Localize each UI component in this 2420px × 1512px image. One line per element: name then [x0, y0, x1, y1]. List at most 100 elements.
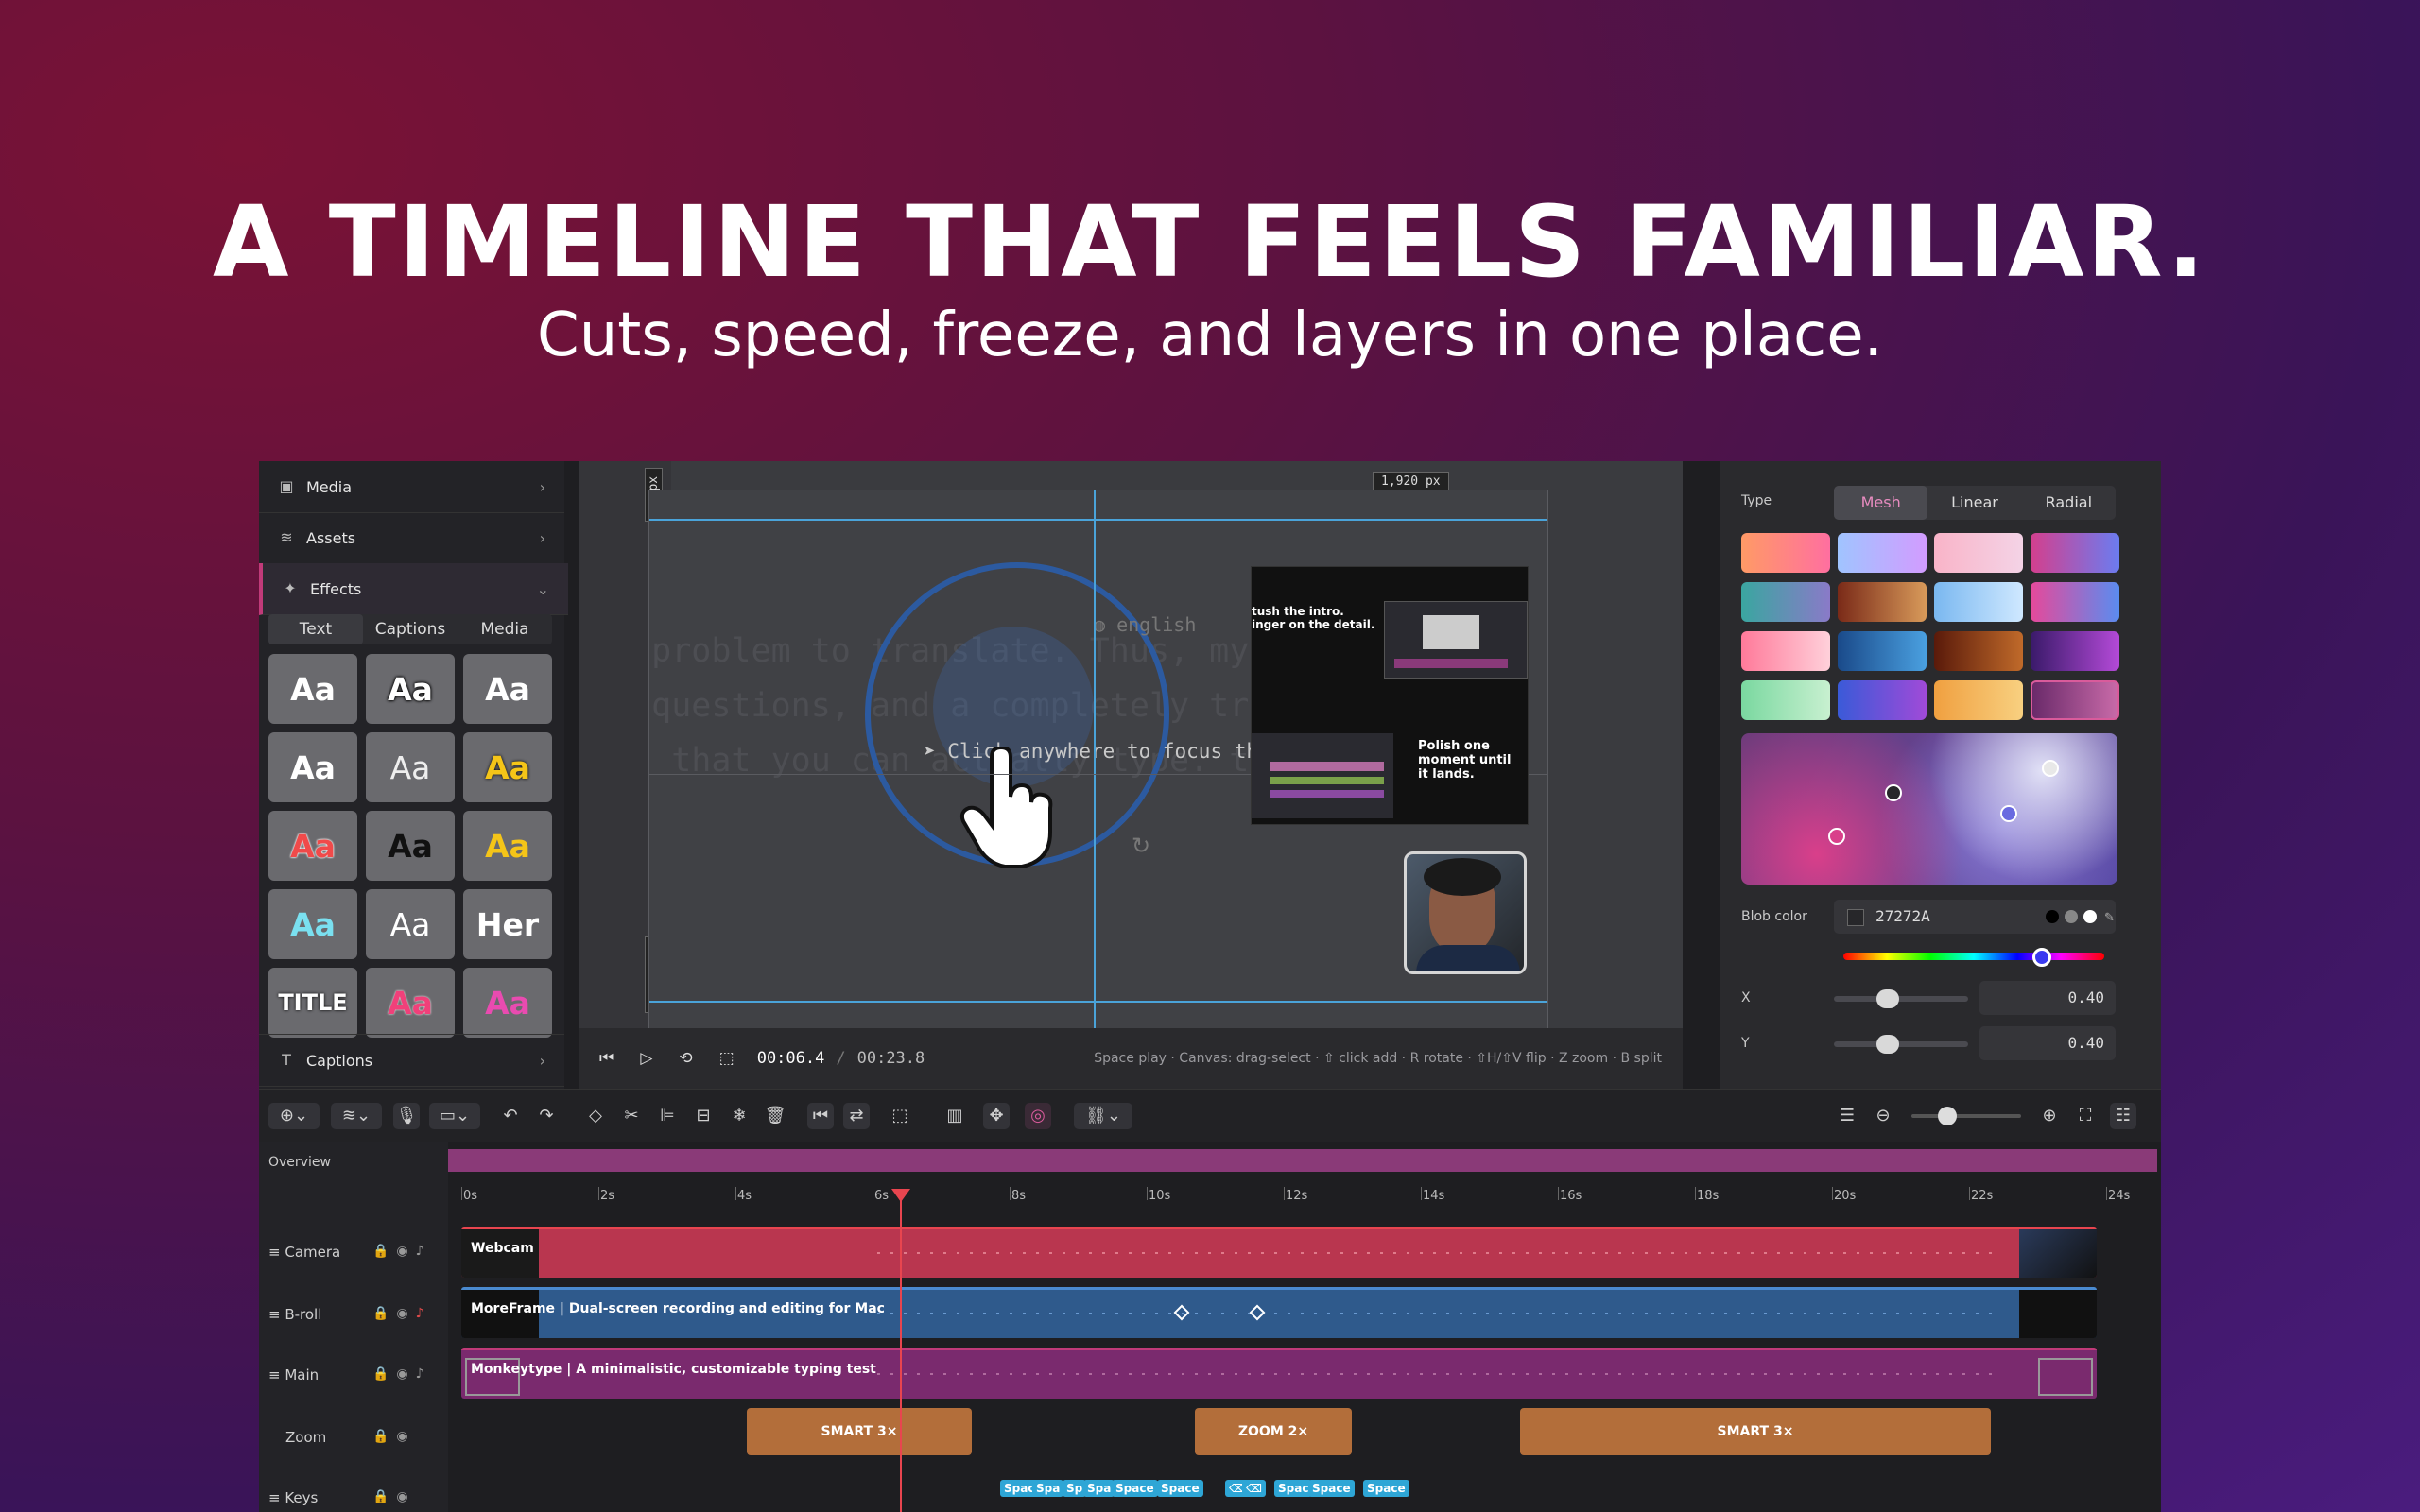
gradient-swatch[interactable]: [1838, 631, 1927, 671]
timeline-zoom-knob[interactable]: [1938, 1107, 1957, 1125]
link-menu-icon[interactable]: ⛓⌄: [1074, 1103, 1132, 1129]
key-chip[interactable]: Space: [1363, 1480, 1409, 1497]
y-slider[interactable]: [1834, 1035, 1968, 1054]
replace-icon[interactable]: ⇄: [843, 1103, 870, 1129]
align-icon[interactable]: ⊟: [690, 1103, 717, 1129]
zoom-clip[interactable]: ZOOM 2×: [1195, 1408, 1352, 1455]
mesh-point[interactable]: [2000, 805, 2017, 822]
mesh-point[interactable]: [1885, 784, 1902, 801]
preset-color-dot[interactable]: [2083, 910, 2097, 923]
fullscreen-icon[interactable]: ⛶: [2072, 1103, 2099, 1129]
camera-clip[interactable]: Webcam: [461, 1227, 2097, 1278]
mesh-point[interactable]: [1828, 828, 1845, 845]
text-preset[interactable]: TITLE: [268, 968, 357, 1038]
sidebar-item-media[interactable]: ▣ Media ›: [259, 461, 564, 513]
zoom-in-icon[interactable]: ⊕: [2036, 1103, 2063, 1129]
keyframe-marker[interactable]: [1173, 1304, 1190, 1321]
key-chip[interactable]: Space: [1112, 1480, 1158, 1497]
snap-icon[interactable]: ✥: [983, 1103, 1010, 1129]
broll-clip[interactable]: MoreFrame | Dual-screen recording and ed…: [461, 1287, 2097, 1338]
x-slider-knob[interactable]: [1876, 989, 1899, 1008]
gradient-swatch[interactable]: [1838, 680, 1927, 720]
key-chip[interactable]: Space: [1157, 1480, 1203, 1497]
text-preset[interactable]: Aa: [366, 811, 455, 881]
mesh-point[interactable]: [2042, 760, 2059, 777]
select-region-icon[interactable]: ⬚: [887, 1103, 913, 1129]
playhead-handle[interactable]: [891, 1189, 910, 1202]
text-preset[interactable]: Aa: [268, 811, 357, 881]
key-chip[interactable]: Spa: [1083, 1480, 1115, 1497]
text-preset[interactable]: Aa: [463, 811, 552, 881]
blob-color-field[interactable]: 27272A ✎: [1834, 900, 2116, 934]
gradient-swatch-selected[interactable]: [2031, 680, 2119, 720]
type-option-mesh[interactable]: Mesh: [1834, 486, 1928, 520]
gradient-swatch[interactable]: [1934, 533, 2023, 573]
track-controls[interactable]: 🔒◉: [372, 1489, 416, 1504]
gradient-swatch[interactable]: [1741, 680, 1830, 720]
type-option-linear[interactable]: Linear: [1927, 486, 2021, 520]
mesh-editor[interactable]: [1741, 733, 2118, 885]
zoom-clip[interactable]: SMART 3×: [747, 1408, 972, 1455]
marker-menu-icon[interactable]: ▭⌄: [429, 1103, 480, 1129]
sidebar-item-effects[interactable]: ✦ Effects ⌄: [259, 563, 568, 615]
settings-sliders-icon[interactable]: ☰: [1834, 1103, 1860, 1129]
microphone-icon[interactable]: 🎙: [393, 1103, 420, 1129]
preset-color-dot[interactable]: [2046, 910, 2059, 923]
rotate-icon[interactable]: ↻: [1132, 833, 1150, 859]
gradient-swatch[interactable]: [2031, 582, 2119, 622]
key-chip[interactable]: Space: [1308, 1480, 1355, 1497]
screen-recording-layer[interactable]: tush the intro. inger on the detail. Poli…: [1251, 566, 1529, 825]
text-preset[interactable]: Her: [463, 889, 552, 959]
track-controls[interactable]: 🔒◉: [372, 1429, 416, 1444]
tab-text[interactable]: Text: [268, 614, 363, 644]
sidebar-item-captions[interactable]: T Captions ›: [259, 1034, 564, 1087]
gradient-swatch[interactable]: [1934, 680, 2023, 720]
split-view-icon[interactable]: ▥: [942, 1103, 968, 1129]
align-left-icon[interactable]: ⊫: [654, 1103, 681, 1129]
gradient-swatch[interactable]: [1741, 582, 1830, 622]
gradient-swatch[interactable]: [1838, 582, 1927, 622]
fit-icon[interactable]: ⬚: [719, 1049, 735, 1068]
eyedropper-icon[interactable]: ✎: [2104, 900, 2114, 934]
key-chip[interactable]: Spa: [1032, 1480, 1064, 1497]
video-canvas[interactable]: a problem to translate. Thus, my ver y q…: [648, 490, 1548, 1032]
loop-icon[interactable]: ⟲: [679, 1049, 692, 1068]
gradient-swatch[interactable]: [1934, 631, 2023, 671]
sidebar-item-assets[interactable]: ≋ Assets ›: [259, 512, 564, 564]
text-preset[interactable]: Aa: [268, 654, 357, 724]
gradient-swatch[interactable]: [2031, 533, 2119, 573]
tab-media[interactable]: Media: [458, 614, 552, 644]
key-chip[interactable]: Spac: [1274, 1480, 1313, 1497]
text-preset[interactable]: Aa: [463, 968, 552, 1038]
text-preset[interactable]: Aa: [463, 732, 552, 802]
preview-area[interactable]: 45 px 2,063 px 1,920 px a problem to tra…: [579, 461, 1683, 1032]
redo-icon[interactable]: ↷: [533, 1103, 560, 1129]
trash-icon[interactable]: 🗑: [762, 1103, 788, 1129]
hue-knob[interactable]: [2031, 948, 2051, 967]
gradient-swatch[interactable]: [1741, 631, 1830, 671]
zoom-menu-icon[interactable]: ⊕⌄: [268, 1103, 320, 1129]
key-chip[interactable]: ⌫: [1242, 1480, 1266, 1497]
playhead[interactable]: [891, 1189, 910, 1512]
timeline-zoom-slider[interactable]: [1911, 1107, 2021, 1125]
freeze-icon[interactable]: ❄: [726, 1103, 752, 1129]
webcam-bubble[interactable]: [1404, 851, 1527, 974]
text-preset[interactable]: Aa: [366, 889, 455, 959]
overview-bar[interactable]: [448, 1149, 2157, 1172]
jump-start-icon[interactable]: ⏮: [807, 1103, 834, 1129]
play-icon[interactable]: ▷: [640, 1049, 652, 1068]
y-value-field[interactable]: 0.40: [1979, 1026, 2116, 1060]
skip-back-icon[interactable]: ⏮: [599, 1049, 614, 1068]
list-icon[interactable]: ☷: [2110, 1103, 2136, 1129]
text-preset[interactable]: Aa: [366, 968, 455, 1038]
magnet-icon[interactable]: ◎: [1025, 1103, 1051, 1129]
y-slider-knob[interactable]: [1876, 1035, 1899, 1054]
zoom-out-icon[interactable]: ⊖: [1870, 1103, 1896, 1129]
tab-captions[interactable]: Captions: [363, 614, 458, 644]
text-preset[interactable]: Aa: [366, 654, 455, 724]
track-controls[interactable]: 🔒◉♪: [372, 1244, 432, 1259]
track-controls[interactable]: 🔒◉♪: [372, 1306, 432, 1321]
hue-slider[interactable]: [1843, 948, 2104, 967]
track-controls[interactable]: 🔒◉♪: [372, 1366, 432, 1382]
preset-color-dot[interactable]: [2065, 910, 2078, 923]
